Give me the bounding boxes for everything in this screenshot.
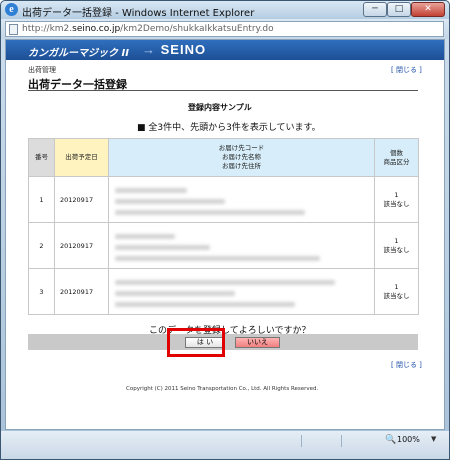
- title-divider: [28, 90, 418, 91]
- header-ship-date: 出荷予定日: [54, 138, 109, 177]
- close-link-bottom[interactable]: [ 閉じる ]: [391, 360, 422, 370]
- table-row: 3 20120917 1 該当なし: [28, 268, 419, 315]
- row-ship-date: 20120917: [54, 176, 109, 223]
- shipment-table: 番号 出荷予定日 お届け先コード お届け先名称 お届け先住所 個数 商品区分 1…: [28, 138, 419, 315]
- page-icon: [9, 24, 18, 35]
- row-ship-date: 20120917: [54, 268, 109, 315]
- zoom-level[interactable]: 100%: [397, 435, 420, 444]
- url-text: http://km2.seino.co.jp/km2Demo/shukkaIkk…: [22, 24, 274, 34]
- title-bar: e 出荷データ一括登録 - Windows Internet Explorer …: [1, 1, 449, 19]
- row-number: 1: [28, 176, 55, 223]
- header-destination: お届け先コード お届け先名称 お届け先住所: [108, 138, 375, 177]
- copyright: Copyright (C) 2011 Seino Transportation …: [126, 386, 319, 392]
- address-bar: http://km2.seino.co.jp/km2Demo/shukkaIkk…: [1, 19, 449, 39]
- browser-window: e 出荷データ一括登録 - Windows Internet Explorer …: [0, 0, 450, 460]
- status-divider: [341, 435, 342, 447]
- minimize-button[interactable]: ─: [363, 2, 387, 17]
- no-button[interactable]: いいえ: [235, 337, 280, 348]
- row-number: 3: [28, 268, 55, 315]
- row-number: 2: [28, 222, 55, 269]
- row-quantity: 1 該当なし: [374, 176, 419, 223]
- app-name: カンガルーマジック II: [28, 48, 129, 59]
- row-quantity: 1 該当なし: [374, 222, 419, 269]
- seino-logo: → SEINO: [142, 42, 207, 57]
- row-destination-redacted: [108, 176, 375, 223]
- breadcrumb: 出荷管理: [28, 66, 56, 74]
- zoom-icon[interactable]: 🔍: [385, 435, 396, 445]
- table-header-row: 番号 出荷予定日 お届け先コード お届け先名称 お届け先住所 個数 商品区分: [28, 138, 419, 177]
- section-title: 登録内容サンプル: [188, 103, 252, 112]
- close-link-top[interactable]: [ 閉じる ]: [391, 65, 422, 75]
- row-destination-redacted: [108, 268, 375, 315]
- status-divider: [301, 435, 302, 447]
- app-banner: カンガルーマジック II → SEINO: [6, 40, 444, 60]
- table-row: 2 20120917 1 該当なし: [28, 222, 419, 269]
- row-ship-date: 20120917: [54, 222, 109, 269]
- logo-arrow-icon: →: [142, 42, 156, 57]
- chevron-down-icon[interactable]: ▼: [431, 435, 436, 443]
- status-bar: 🔍 100% ▼: [1, 431, 449, 459]
- internet-explorer-icon: e: [5, 3, 18, 16]
- close-window-button[interactable]: ✕: [411, 2, 445, 17]
- page-viewport: カンガルーマジック II → SEINO 出荷管理 [ 閉じる ] 出荷データ一…: [5, 39, 445, 430]
- table-row: 1 20120917 1 該当なし: [28, 176, 419, 223]
- result-summary: ■ 全3件中、先頭から3件を表示しています。: [137, 123, 321, 133]
- url-field[interactable]: http://km2.seino.co.jp/km2Demo/shukkaIkk…: [5, 21, 444, 37]
- maximize-button[interactable]: □: [387, 2, 411, 17]
- row-quantity: 1 該当なし: [374, 268, 419, 315]
- row-destination-redacted: [108, 222, 375, 269]
- window-title: 出荷データ一括登録 - Windows Internet Explorer: [22, 8, 255, 19]
- header-quantity: 個数 商品区分: [374, 138, 419, 177]
- header-number: 番号: [28, 138, 55, 177]
- yes-button-highlight: [167, 328, 225, 357]
